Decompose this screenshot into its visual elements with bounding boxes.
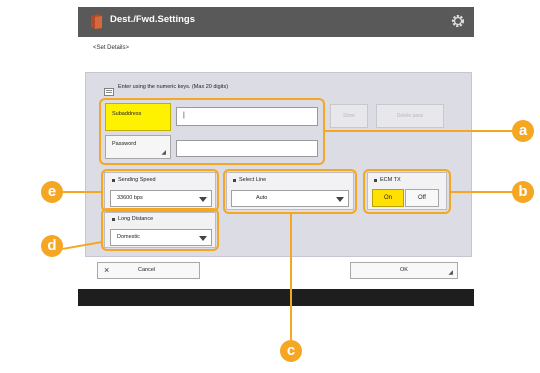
ok-label: OK — [400, 267, 408, 273]
callout-line-a — [325, 130, 513, 132]
cancel-button[interactable]: × Cancel — [97, 262, 200, 279]
settings-gear-icon[interactable] — [450, 13, 466, 29]
hint-text: Enter using the numeric keys. (Max 20 di… — [118, 84, 229, 90]
highlight-b — [363, 169, 451, 214]
cancel-label: Cancel — [138, 267, 156, 273]
store-button: Store — [330, 104, 368, 128]
ok-button[interactable]: OK ◢ — [350, 262, 458, 279]
book-icon — [89, 13, 104, 30]
close-icon: × — [104, 265, 110, 275]
breadcrumb: <Set Details> — [93, 45, 130, 51]
callout-line-e — [62, 191, 102, 193]
corner-mark-icon: ◢ — [448, 270, 453, 276]
highlight-c — [223, 169, 357, 214]
bottom-bar — [78, 289, 474, 306]
keypad-icon — [104, 83, 114, 96]
callout-line-c — [290, 214, 292, 341]
page-title: Dest./Fwd.Settings — [110, 14, 195, 25]
callout-a: a — [512, 120, 534, 142]
highlight-e — [101, 169, 219, 212]
callout-line-b — [451, 191, 513, 193]
callout-b: b — [512, 181, 534, 203]
highlight-d — [101, 208, 219, 251]
callout-d: d — [41, 235, 63, 257]
callout-e: e — [41, 181, 63, 203]
callout-c: c — [280, 340, 302, 362]
highlight-a — [99, 98, 325, 165]
delete-pass-button: Delete pass — [376, 104, 444, 128]
